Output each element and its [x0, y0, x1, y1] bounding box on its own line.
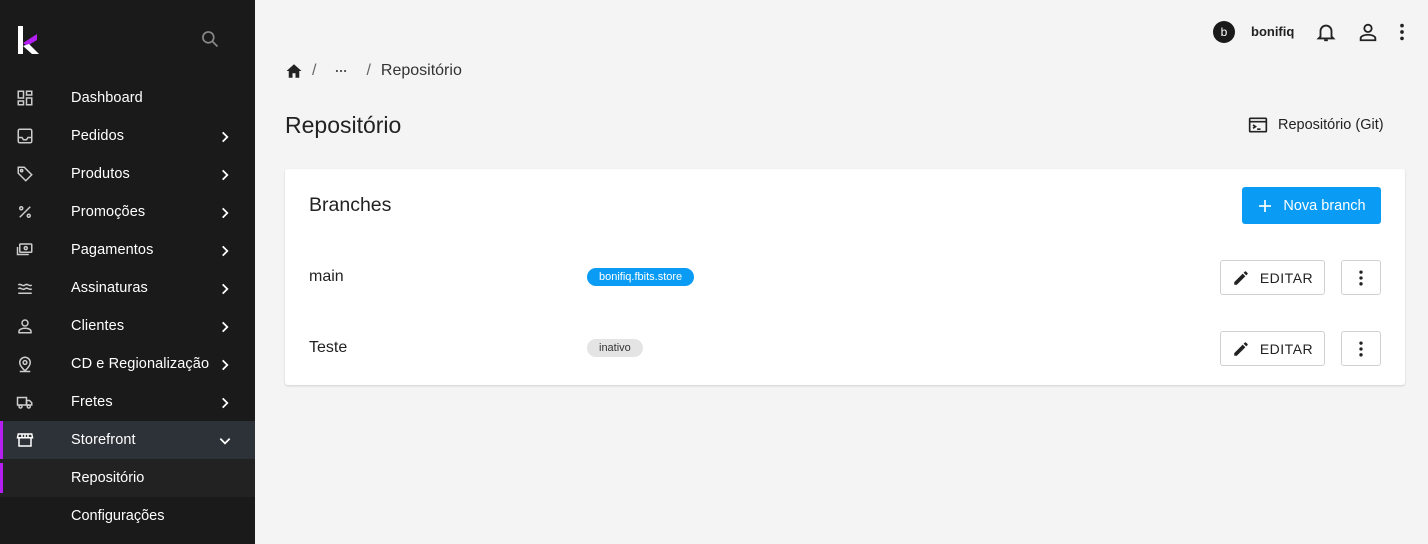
sidebar-item-storefront[interactable]: Storefront [0, 421, 255, 459]
more-vert-icon [1359, 270, 1363, 285]
sidebar-item-label: Storefront [71, 432, 136, 448]
sidebar-item-label: Fretes [71, 394, 113, 410]
payments-icon [16, 243, 33, 256]
sidebar-item-pedidos[interactable]: Pedidos [0, 117, 255, 155]
breadcrumb-separator: / [312, 62, 317, 79]
search-icon[interactable] [200, 29, 220, 49]
sidebar-item-label: Produtos [71, 166, 130, 182]
branch-name: Teste [309, 339, 348, 356]
sidebar-item-pagamentos[interactable]: Pagamentos [0, 231, 255, 269]
more-horiz-icon[interactable] [334, 64, 348, 78]
page-title: Repositório [285, 112, 402, 138]
sidebar-item-label: Clientes [71, 318, 125, 334]
chevron-right-icon [222, 359, 229, 371]
row-more-button[interactable] [1341, 260, 1381, 295]
more-vert-icon [1359, 341, 1363, 356]
tag-icon [17, 166, 33, 182]
location-pin-icon [18, 356, 32, 373]
chevron-down-icon [219, 438, 231, 445]
chevron-right-icon [222, 169, 229, 181]
sidebar-item-dashboard[interactable]: Dashboard [0, 79, 255, 117]
sidebar-item-label: Pagamentos [71, 242, 154, 258]
terminal-icon [1248, 117, 1268, 133]
row-more-button[interactable] [1341, 331, 1381, 366]
sidebar-item-label: Promoções [71, 204, 146, 220]
inbox-icon [17, 128, 33, 144]
storefront-icon [16, 433, 34, 447]
sidebar-subitem-label: Repositório [71, 470, 145, 486]
sidebar-subitem-repositorio[interactable]: Repositório [0, 459, 255, 497]
sidebar-item-assinaturas[interactable]: Assinaturas [0, 269, 255, 307]
sidebar-item-label: Assinaturas [71, 280, 148, 296]
edit-label: EDITAR [1259, 340, 1314, 357]
sidebar-item-promocoes[interactable]: Promoções [0, 193, 255, 231]
edit-button[interactable]: EDITAR [1220, 260, 1325, 295]
sidebar-item-fretes[interactable]: Fretes [0, 383, 255, 421]
sidebar-item-produtos[interactable]: Produtos [0, 155, 255, 193]
dashboard-icon [17, 90, 33, 106]
percent-icon [19, 206, 31, 218]
person-icon [18, 319, 32, 334]
chevron-right-icon [222, 207, 229, 219]
sidebar-subitem-configuracoes[interactable]: Configurações [0, 497, 255, 535]
breadcrumb: / / Repositório [285, 60, 462, 82]
new-branch-button[interactable]: Nova branch [1242, 187, 1381, 224]
sidebar-item-cd-regionalizacao[interactable]: CD e Regionalização [0, 345, 255, 383]
chevron-right-icon [222, 245, 229, 257]
chevron-right-icon [222, 283, 229, 295]
new-branch-label: Nova branch [1283, 197, 1366, 214]
avatar[interactable]: b [1213, 21, 1235, 43]
breadcrumb-separator: / [366, 62, 371, 79]
repository-git-label: Repositório (Git) [1278, 117, 1384, 133]
sidebar-nav: Dashboard Pedidos Produtos Promoções Pag… [0, 79, 255, 535]
username-label[interactable]: bonifiq [1251, 24, 1294, 39]
chevron-right-icon [222, 397, 229, 409]
plus-icon [1259, 199, 1272, 212]
account-icon[interactable] [1357, 21, 1379, 43]
repository-git-button[interactable]: Repositório (Git) [1248, 113, 1384, 137]
breadcrumb-current: Repositório [380, 62, 462, 79]
sidebar: Dashboard Pedidos Produtos Promoções Pag… [0, 0, 255, 544]
home-icon[interactable] [285, 62, 303, 80]
branch-status-badge: inativo [587, 339, 643, 357]
chevron-right-icon [222, 131, 229, 143]
branches-card: Branches Nova branch main bonifiq.fbits.… [285, 169, 1405, 385]
bell-icon[interactable] [1315, 21, 1337, 43]
sidebar-item-label: CD e Regionalização [71, 356, 210, 372]
branch-row: Teste inativo EDITAR [285, 331, 1405, 367]
branch-name: main [309, 268, 344, 285]
chevron-right-icon [222, 321, 229, 333]
branch-row: main bonifiq.fbits.store EDITAR [285, 260, 1405, 296]
sidebar-item-clientes[interactable]: Clientes [0, 307, 255, 345]
branch-domain-badge: bonifiq.fbits.store [587, 268, 695, 286]
pencil-icon [1234, 270, 1248, 285]
sidebar-item-label: Pedidos [71, 128, 125, 144]
edit-button[interactable]: EDITAR [1220, 331, 1325, 366]
card-title: Branches [309, 194, 392, 216]
sidebar-subitem-label: Configurações [71, 508, 165, 524]
k-logo[interactable] [17, 26, 39, 56]
more-vert-icon[interactable] [1391, 21, 1413, 43]
edit-label: EDITAR [1259, 269, 1314, 286]
pencil-icon [1234, 341, 1248, 356]
subscriptions-icon [17, 283, 33, 294]
truck-icon [16, 396, 33, 409]
sidebar-item-label: Dashboard [71, 90, 143, 106]
